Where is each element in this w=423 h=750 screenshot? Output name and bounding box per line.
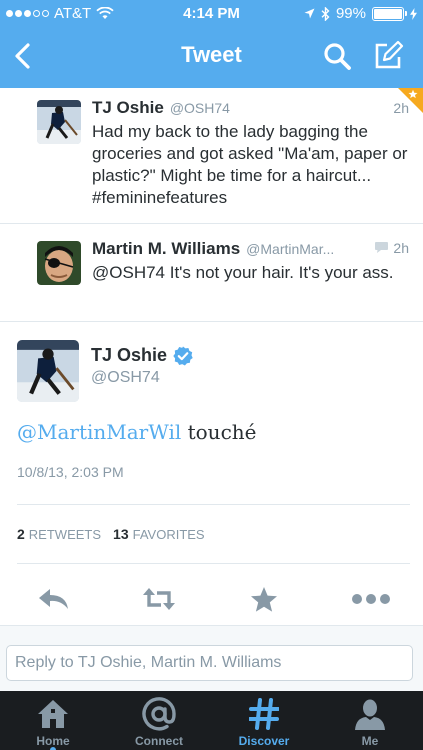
location-icon (304, 8, 315, 19)
divider (17, 504, 410, 505)
tab-label: Discover (238, 734, 290, 748)
tab-label: Home (36, 734, 70, 748)
tweet-text: @MartinMarWil touché (17, 420, 256, 444)
favorites-count: 13 (113, 526, 129, 542)
page-title: Tweet (181, 42, 242, 67)
tab-me[interactable]: Me (317, 695, 423, 750)
battery-icon (372, 6, 407, 21)
bluetooth-icon (321, 6, 330, 21)
avatar[interactable] (37, 241, 81, 285)
retweets-label: RETWEETS (28, 527, 102, 542)
person-icon (317, 697, 423, 731)
favorites-label: FAVORITES (132, 527, 205, 542)
conversation-tweet[interactable]: TJ Oshie @OSH74 2h Had my back to the la… (0, 88, 423, 224)
tab-label: Me (361, 734, 379, 748)
reply-icon (39, 589, 68, 609)
author-handle: @OSH74 (91, 369, 160, 386)
tweet-time-group: 2h (374, 240, 409, 256)
author-handle: @MartinMar... (246, 241, 335, 257)
tab-discover[interactable]: Discover (211, 695, 317, 750)
compose-icon[interactable] (372, 40, 404, 72)
avatar[interactable] (17, 340, 79, 402)
favorite-corner-icon (398, 88, 423, 113)
at-icon (106, 697, 212, 731)
tweet-date: 10/8/13, 2:03 PM (17, 464, 124, 480)
tab-home[interactable]: Home (0, 695, 106, 750)
tweet-time: 2h (393, 239, 409, 256)
author-name[interactable]: Martin M. Williams (92, 239, 240, 259)
pirate-avatar-image (37, 241, 81, 285)
conversation-tweet[interactable]: Martin M. Williams @MartinMar... 2h @OSH… (0, 225, 423, 322)
tweet-stats: 2 RETWEETS 13 FAVORITES (17, 526, 205, 542)
tab-label: Connect (135, 734, 183, 748)
hockey-player-avatar-image (37, 100, 81, 144)
tab-connect[interactable]: Connect (106, 695, 212, 750)
reply-bubble-icon (375, 242, 389, 253)
verified-badge-icon (173, 346, 193, 365)
divider (17, 563, 410, 564)
charging-icon (410, 7, 417, 20)
tweet-header: TJ Oshie @OSH74 2h (92, 98, 409, 118)
author-name[interactable]: TJ Oshie (92, 98, 164, 118)
top-bar: AT&T 4:14 PM 99% Tweet (0, 0, 423, 88)
avatar[interactable] (37, 100, 81, 144)
tweet-actions (0, 578, 423, 620)
nav-bar: Tweet (0, 28, 423, 88)
tweet-text: Had my back to the lady bagging the groc… (92, 122, 408, 207)
retweets-count: 2 (17, 526, 25, 542)
home-icon (0, 697, 106, 731)
reply-input[interactable]: Reply to TJ Oshie, Martin M. Williams (6, 645, 413, 681)
author-name[interactable]: TJ Oshie (91, 345, 167, 366)
retweets-stat[interactable]: 2 RETWEETS (17, 526, 101, 542)
battery-percent: 99% (335, 5, 366, 22)
tab-bar: Home Connect Discover Me (0, 691, 423, 750)
reply-bar: Reply to TJ Oshie, Martin M. Williams (0, 625, 423, 691)
retweet-button[interactable] (141, 584, 177, 614)
favorites-stat[interactable]: 13 FAVORITES (113, 526, 205, 542)
mention-link[interactable]: @MartinMarWil (17, 420, 181, 444)
retweet-icon (143, 588, 175, 610)
author-handle: @OSH74 (169, 100, 230, 116)
hashtag-icon (211, 697, 317, 731)
reply-button[interactable] (36, 584, 72, 614)
tweet-header: Martin M. Williams @MartinMar... 2h (92, 239, 409, 259)
favorite-button[interactable] (246, 584, 282, 614)
star-icon (251, 586, 277, 612)
tweet-text: @OSH74 It's not your hair. It's your ass… (92, 263, 394, 282)
more-button[interactable] (351, 584, 391, 614)
more-dots-icon (352, 594, 390, 604)
search-icon[interactable] (322, 41, 352, 71)
tweet-body: touché (181, 420, 257, 444)
hockey-player-avatar-image (17, 340, 79, 402)
status-bar: AT&T 4:14 PM 99% (0, 0, 423, 28)
author-name-row[interactable]: TJ Oshie (91, 345, 193, 366)
status-right: 99% (304, 5, 417, 22)
